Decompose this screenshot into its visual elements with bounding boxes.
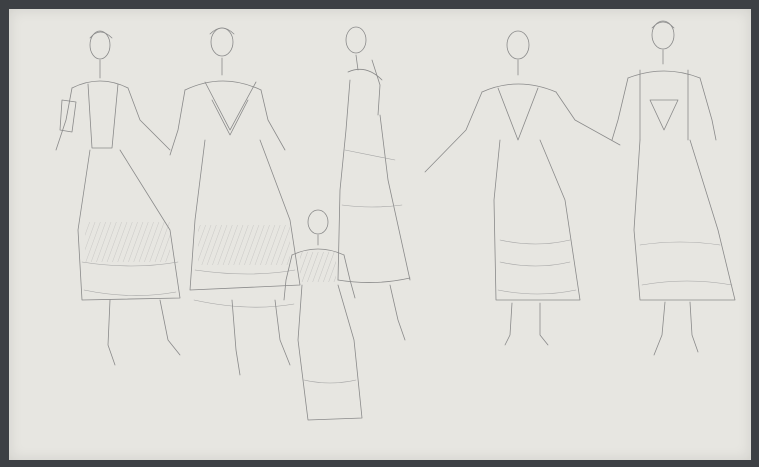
figure-4-sketch — [283, 209, 363, 421]
figure-1-sketch — [55, 30, 181, 366]
figure-3-sketch — [337, 26, 411, 341]
figure-6-sketch — [611, 20, 736, 356]
figure-2-sketch — [169, 27, 301, 376]
pencil-sketch — [55, 20, 736, 421]
figure-5-sketch — [424, 30, 621, 346]
